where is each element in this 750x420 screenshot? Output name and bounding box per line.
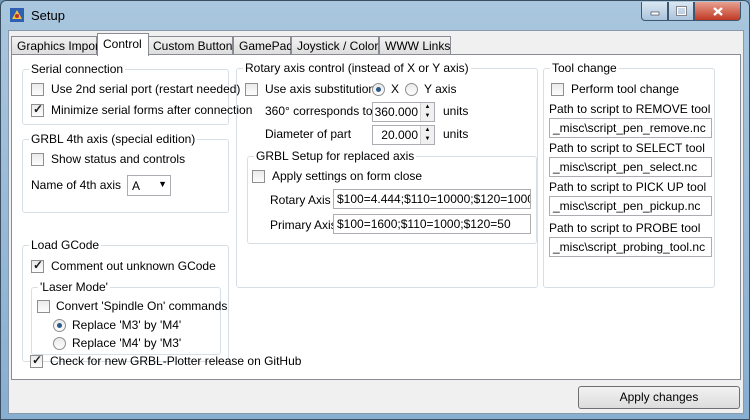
tab-joystick-colors[interactable]: Joystick / Colors: [291, 36, 384, 55]
use-axis-substitution-label: Use axis substitution: [265, 82, 376, 96]
replace-m4-radio[interactable]: [53, 337, 66, 350]
grbl-setup-group-title: GRBL Setup for replaced axis: [254, 149, 417, 163]
tab-graphics-import[interactable]: Graphics Import: [11, 36, 102, 55]
select-tool-label: Path to script to SELECT tool: [549, 141, 705, 155]
degrees-value: 360.000: [374, 105, 418, 119]
close-button[interactable]: [694, 2, 741, 21]
use-2nd-serial-checkbox[interactable]: [31, 83, 44, 96]
load-gcode-group: Load GCode ✓ Comment out unknown GCode '…: [22, 238, 229, 362]
replace-m4-label: Replace 'M4' by 'M3': [72, 336, 182, 350]
perform-tool-change-label: Perform tool change: [571, 82, 680, 96]
show-status-label: Show status and controls: [51, 152, 186, 166]
title-bar[interactable]: Setup: [1, 1, 749, 31]
x-axis-radio[interactable]: [372, 83, 385, 96]
maximize-button[interactable]: [668, 2, 694, 21]
check-icon: ✓: [33, 258, 44, 272]
setup-window: Setup Graphics Import Control Custom But…: [0, 0, 750, 420]
tab-custom-buttons[interactable]: Custom Buttons: [147, 36, 238, 55]
name-4th-axis-value: A: [132, 179, 141, 193]
name-4th-axis-select[interactable]: A ▼: [127, 175, 171, 196]
client-area: Graphics Import Control Custom Buttons G…: [8, 30, 744, 414]
minimize-button[interactable]: [641, 2, 668, 21]
spin-down-icon[interactable]: ▼: [421, 135, 434, 144]
rotary-axis-group: Rotary axis control (instead of X or Y a…: [236, 61, 538, 288]
primary-axis-input[interactable]: $100=1600;$110=1000;$120=50: [333, 214, 531, 234]
remove-tool-label: Path to script to REMOVE tool: [549, 102, 711, 116]
degrees-label: 360° corresponds to: [265, 104, 373, 118]
window-title: Setup: [31, 8, 65, 23]
diameter-spinner[interactable]: 20.000 ▲ ▼: [372, 125, 435, 145]
radio-selected-icon: [57, 323, 62, 328]
minimize-serial-label: Minimize serial forms after connection: [51, 103, 253, 117]
laser-mode-group: 'Laser Mode' Convert 'Spindle On' comman…: [31, 280, 227, 355]
close-icon: [712, 6, 723, 16]
grbl-4th-axis-group: GRBL 4th axis (special edition) Show sta…: [22, 132, 229, 213]
spin-up-icon[interactable]: ▲: [421, 126, 434, 135]
spin-down-icon[interactable]: ▼: [421, 112, 434, 121]
rotary-group-title: Rotary axis control (instead of X or Y a…: [243, 61, 471, 75]
diameter-value: 20.000: [381, 128, 418, 142]
select-tool-input[interactable]: _misc\script_pen_select.nc: [549, 157, 712, 177]
probe-tool-input[interactable]: _misc\script_probing_tool.nc: [549, 237, 712, 257]
rotary-axis-label: Rotary Axis: [270, 193, 331, 207]
serial-group: Serial connection Use 2nd serial port (r…: [22, 62, 252, 125]
tab-control[interactable]: Control: [97, 33, 149, 56]
replace-m3-label: Replace 'M3' by 'M4': [72, 318, 182, 332]
tab-gamepad[interactable]: GamePad: [233, 36, 293, 55]
y-axis-label: Y axis: [424, 82, 457, 96]
check-icon: ✓: [32, 353, 43, 367]
check-icon: ✓: [33, 102, 44, 116]
check-release-checkbox[interactable]: ✓: [30, 353, 43, 368]
grbl-setup-group: GRBL Setup for replaced axis Apply setti…: [247, 149, 537, 244]
apply-on-close-label: Apply settings on form close: [272, 169, 423, 183]
degrees-spinner[interactable]: 360.000 ▲ ▼: [372, 102, 435, 122]
comment-unknown-label: Comment out unknown GCode: [51, 259, 216, 273]
check-release-label: Check for new GRBL-Plotter release on Gi…: [50, 354, 302, 368]
replace-m3-radio[interactable]: [53, 319, 66, 332]
radio-selected-icon: [376, 87, 381, 92]
apply-on-close-checkbox[interactable]: [252, 170, 265, 183]
comment-unknown-checkbox[interactable]: ✓: [31, 258, 44, 273]
minimize-serial-checkbox[interactable]: ✓: [31, 102, 44, 117]
diameter-unit: units: [443, 127, 469, 141]
maximize-icon: [675, 6, 687, 16]
load-gcode-group-title: Load GCode: [29, 238, 102, 252]
x-axis-label: X: [391, 82, 400, 96]
use-axis-substitution-checkbox[interactable]: [245, 83, 258, 96]
use-2nd-serial-label: Use 2nd serial port (restart needed): [51, 82, 241, 96]
y-axis-radio[interactable]: [405, 83, 418, 96]
convert-spindle-label: Convert 'Spindle On' commands: [56, 299, 228, 313]
show-status-checkbox[interactable]: [31, 153, 44, 166]
tab-www-links[interactable]: WWW Links: [379, 36, 451, 55]
pickup-tool-input[interactable]: _misc\script_pen_pickup.nc: [549, 196, 712, 216]
chevron-down-icon: ▼: [158, 179, 167, 189]
name-4th-axis-label: Name of 4th axis: [31, 178, 122, 192]
remove-tool-input[interactable]: _misc\script_pen_remove.nc: [549, 118, 712, 138]
primary-axis-label: Primary Axis: [270, 218, 337, 232]
rotary-axis-input[interactable]: $100=4.444;$110=10000;$120=1000: [333, 189, 531, 209]
tool-change-group: Tool change Perform tool change Path to …: [543, 61, 715, 288]
tool-change-group-title: Tool change: [550, 61, 619, 75]
diameter-label: Diameter of part: [265, 127, 352, 141]
convert-spindle-checkbox[interactable]: [37, 300, 50, 313]
grbl-4th-group-title: GRBL 4th axis (special edition): [29, 132, 198, 146]
app-icon: [10, 8, 24, 22]
serial-group-title: Serial connection: [29, 62, 126, 76]
degrees-unit: units: [443, 104, 469, 118]
apply-changes-button[interactable]: Apply changes: [578, 386, 740, 409]
spin-up-icon[interactable]: ▲: [421, 103, 434, 112]
pickup-tool-label: Path to script to PICK UP tool: [549, 180, 707, 194]
probe-tool-label: Path to script to PROBE tool: [549, 221, 701, 235]
control-tab-page: Serial connection Use 2nd serial port (r…: [11, 54, 741, 380]
laser-mode-group-title: 'Laser Mode': [38, 280, 110, 294]
perform-tool-change-checkbox[interactable]: [551, 83, 564, 96]
minimize-icon: [650, 11, 659, 16]
